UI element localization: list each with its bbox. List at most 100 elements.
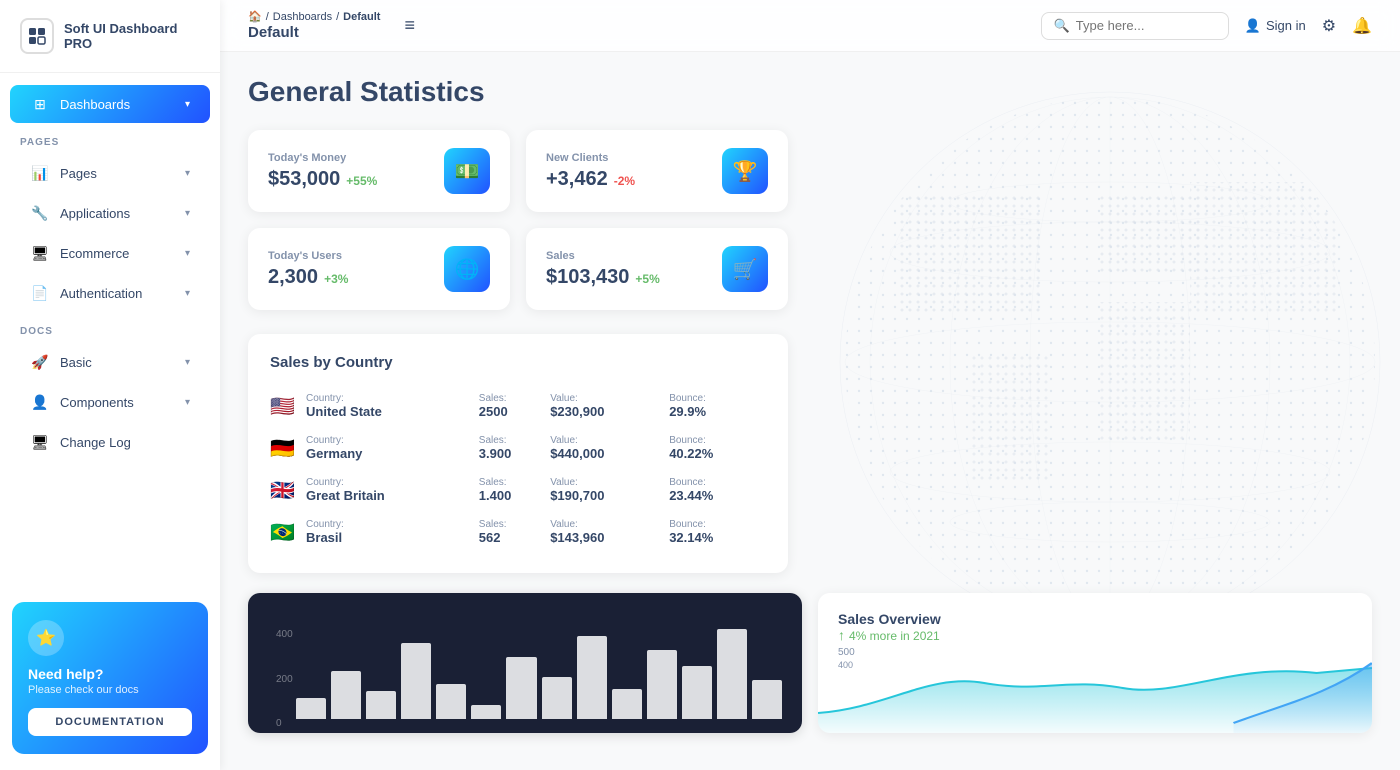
stat-change-users: +3% [324,272,348,286]
page-title: General Statistics [248,76,1372,108]
bar [612,689,642,719]
search-box[interactable]: 🔍 [1041,12,1229,40]
clients-icon: 🏆 [722,148,768,194]
help-title: Need help? [28,666,192,682]
sidebar-item-basic[interactable]: 🚀 Basic ▾ [10,343,210,381]
stat-value-sales: $103,430 [546,266,629,289]
money-icon: 💵 [444,148,490,194]
main-content: 🏠 / Dashboards / Default Default ≡ 🔍 👤 S… [220,0,1400,770]
stat-change-money: +55% [346,174,377,188]
docs-section-label: DOCS [0,314,220,341]
sidebar-basic-label: Basic [60,355,92,370]
stat-label-sales: Sales [546,250,660,262]
breadcrumb-title: Default [248,24,380,41]
sidebar-ecommerce-label: Ecommerce [60,246,129,261]
pages-icon: 📊 [30,163,50,183]
sidebar-item-changelog[interactable]: 🖥 Change Log [10,423,210,461]
bar [577,636,607,719]
signin-button[interactable]: 👤 Sign in [1245,18,1306,34]
sidebar-components-label: Components [60,395,134,410]
trend-up-icon: ↑ [838,627,845,643]
logo-area: Soft UI Dashboard PRO [0,0,220,73]
bar [542,677,572,719]
applications-icon: 🔧 [30,203,50,223]
globe-decoration [820,52,1400,672]
users-icon: 🌐 [444,246,490,292]
signin-label: Sign in [1266,18,1306,33]
stat-change-clients: -2% [614,174,635,188]
sales-row-br: 🇧🇷 Country: Brasil Sales: 562 Value: $14… [270,511,766,553]
bar [366,691,396,719]
sidebar-dashboards-label: Dashboards [60,97,130,112]
bar [296,698,326,719]
home-icon: 🏠 [248,10,262,23]
y-axis-labels: 400 200 0 [276,629,293,729]
stat-card-clients: New Clients +3,462 -2% 🏆 [526,130,788,212]
sales-row-de: 🇩🇪 Country: Germany Sales: 3.900 Value: … [270,427,766,469]
sidebar-item-applications[interactable]: 🔧 Applications ▾ [10,194,210,232]
stat-change-sales: +5% [635,272,659,286]
bar-chart [296,619,782,719]
bar [682,666,712,719]
sales-table: 🇺🇸 Country: United State Sales: 2500 Val… [270,385,766,553]
bar [471,705,501,719]
basic-icon: 🚀 [30,352,50,372]
user-icon: 👤 [1245,18,1261,34]
bar [436,684,466,719]
stat-value-clients: +3,462 [546,168,608,191]
bar-chart-card: 400 200 0 [248,593,802,733]
bar [752,680,782,719]
page-body: General Statistics Today's Money $53,000… [220,52,1400,770]
chevron-down-icon: ▾ [185,357,190,368]
flag-gb: 🇬🇧 [270,480,295,502]
chevron-down-icon: ▾ [185,208,190,219]
chevron-down-icon: ▾ [185,248,190,259]
header: 🏠 / Dashboards / Default Default ≡ 🔍 👤 S… [220,0,1400,52]
sales-row-gb: 🇬🇧 Country: Great Britain Sales: 1.400 V… [270,469,766,511]
sales-overview-card: Sales Overview ↑ 4% more in 2021 500 [818,593,1372,733]
sidebar: Soft UI Dashboard PRO ⊞ Dashboards ▾ PAG… [0,0,220,770]
flag-de: 🇩🇪 [270,438,295,460]
ecommerce-icon: 🖥 [30,243,50,263]
breadcrumb: 🏠 / Dashboards / Default Default [248,10,380,41]
overview-chart [818,653,1372,733]
bar [717,629,747,719]
settings-icon[interactable]: ⚙ [1322,16,1336,36]
sidebar-applications-label: Applications [60,206,130,221]
sidebar-item-components[interactable]: 👤 Components ▾ [10,383,210,421]
sidebar-nav: ⊞ Dashboards ▾ PAGES 📊 Pages ▾ 🔧 Applica… [0,73,220,586]
documentation-button[interactable]: DOCUMENTATION [28,708,192,736]
sidebar-changelog-label: Change Log [60,435,131,450]
dashboards-icon: ⊞ [30,94,50,114]
pages-section-label: PAGES [0,125,220,152]
chevron-down-icon: ▾ [185,397,190,408]
help-card: ⭐ Need help? Please check our docs DOCUM… [12,602,208,754]
authentication-icon: 📄 [30,283,50,303]
sidebar-item-authentication[interactable]: 📄 Authentication ▾ [10,274,210,312]
chevron-down-icon: ▾ [185,99,190,110]
stat-label-users: Today's Users [268,250,348,262]
bar [401,643,431,719]
sidebar-item-pages[interactable]: 📊 Pages ▾ [10,154,210,192]
stat-value-users: 2,300 [268,266,318,289]
chevron-down-icon: ▾ [185,288,190,299]
stat-value-money: $53,000 [268,168,340,191]
logo-icon [20,18,54,54]
stat-card-users: Today's Users 2,300 +3% 🌐 [248,228,510,310]
sidebar-item-dashboards[interactable]: ⊞ Dashboards ▾ [10,85,210,123]
bar [647,650,677,719]
sales-by-country: Sales by Country 🇺🇸 Country: United Stat… [248,334,788,573]
help-star-icon: ⭐ [28,620,64,656]
stat-card-sales: Sales $103,430 +5% 🛒 [526,228,788,310]
stat-label-clients: New Clients [546,152,635,164]
sidebar-item-ecommerce[interactable]: 🖥 Ecommerce ▾ [10,234,210,272]
help-subtitle: Please check our docs [28,684,192,696]
stat-card-money: Today's Money $53,000 +55% 💵 [248,130,510,212]
search-input[interactable] [1076,18,1216,33]
sales-overview-title: Sales Overview [838,611,1352,627]
menu-icon[interactable]: ≡ [396,11,423,40]
flag-br: 🇧🇷 [270,522,295,544]
bell-icon[interactable]: 🔔 [1352,16,1372,36]
search-icon: 🔍 [1054,18,1070,34]
sales-icon: 🛒 [722,246,768,292]
